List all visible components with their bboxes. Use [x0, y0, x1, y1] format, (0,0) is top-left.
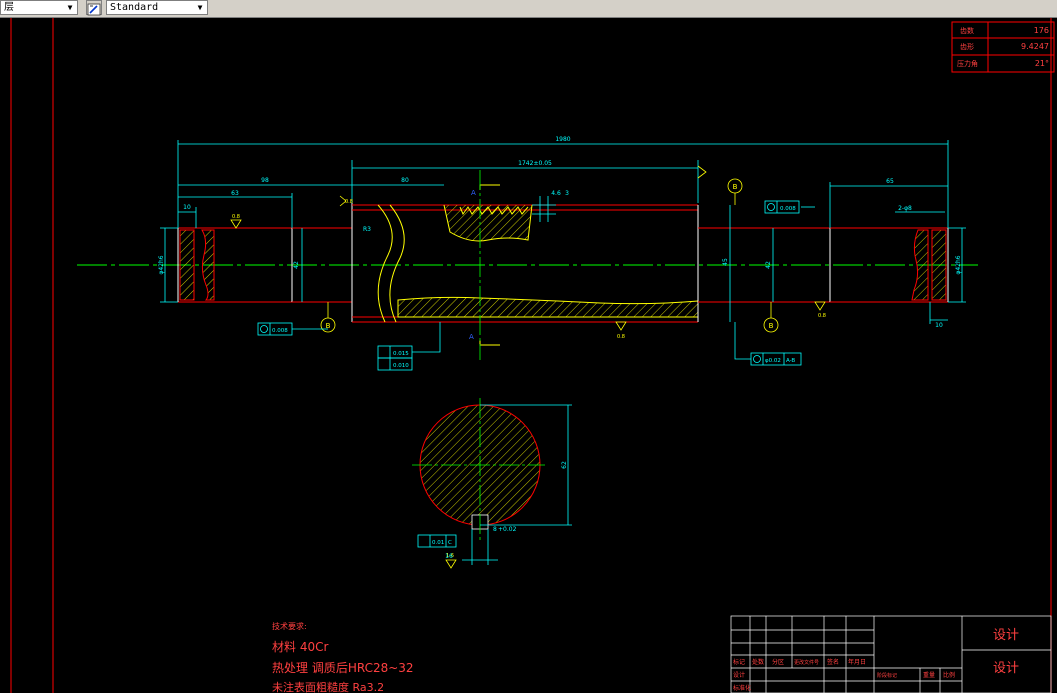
layer-combo-value: 层	[4, 2, 14, 13]
notes-heading: 技术要求:	[272, 621, 307, 631]
tol-runout-right: 0.008	[780, 206, 796, 212]
tb-label-stage: 阶段标记	[877, 672, 897, 679]
dim-tooth-a: 4.6	[551, 190, 561, 197]
datum-b-right: B	[769, 322, 774, 330]
dim-1742: 1742±0.05	[518, 160, 552, 167]
param-label-teeth: 齿数	[960, 26, 974, 35]
chevron-down-icon[interactable]: ▼	[193, 1, 207, 14]
tol-sym-datum: A-B	[786, 358, 795, 364]
section-label-a-top: A	[471, 189, 476, 197]
tol-sym-value: φ0.02	[765, 358, 781, 364]
dim-overall-length: 1980	[555, 136, 570, 143]
dim-dia-right-shoulder: 42	[765, 261, 772, 269]
dim-left-10: 10	[183, 204, 191, 211]
rough-val-d: 0.8	[818, 313, 826, 319]
dim-left-98: 98	[261, 177, 269, 184]
tb-label-standard: 标准化	[733, 684, 751, 692]
text-style-combo-value: Standard	[110, 2, 159, 13]
rough-val-a: 0.8	[232, 214, 240, 220]
tb-label-doc: 更改文件号	[794, 659, 819, 666]
dim-dia-left-shoulder: 42	[293, 261, 300, 269]
toolbar: 层 ▼ Standard ▼	[0, 0, 1057, 18]
layer-combo[interactable]: 层 ▼	[0, 0, 78, 15]
drawing-canvas[interactable]: 齿数 176 齿形 9.4247 压力角 21° 1980 1742±0.05 …	[0, 18, 1057, 693]
dim-dia-center: 45	[722, 258, 729, 266]
tol-runout-left: 0.008	[272, 328, 288, 334]
tb-label-zone: 分区	[772, 658, 784, 666]
param-label-angle: 压力角	[957, 59, 978, 68]
param-label-module: 齿形	[960, 43, 974, 51]
dim-groove: 2-φ8	[898, 205, 912, 212]
dim-mid-80: 80	[401, 177, 409, 184]
tb-label-mark: 标记	[733, 658, 745, 666]
notes-line2: 热处理 调质后HRC28~32	[272, 661, 414, 675]
tolerance-frames	[257, 200, 815, 548]
roughness-values: 0.8 0.8 0.8 0.8 1.6	[232, 199, 826, 559]
tol-key-datum: C	[448, 540, 452, 546]
dimension-lines	[160, 140, 966, 324]
dim-left-63: 63	[231, 190, 239, 197]
dim-section-dia: 62	[561, 461, 568, 469]
drawing-frame	[10, 18, 1052, 693]
rough-val-c: 0.8	[617, 334, 625, 340]
notes-line1: 材料 40Cr	[272, 640, 328, 654]
tb-design-bottom: 设计	[993, 661, 1019, 676]
tol-cyl-a: 0.015	[393, 351, 409, 357]
tb-label-weight: 重量	[923, 671, 935, 679]
tb-label-date: 年月日	[848, 658, 866, 666]
tol-key-sym: 0.01	[432, 540, 444, 546]
dim-radius-r3: R3	[363, 226, 371, 233]
chevron-down-icon[interactable]: ▼	[63, 1, 77, 14]
param-value-angle: 21°	[1035, 59, 1049, 68]
dimension-texts: 1980 1742±0.05 63 98 10 80 65 10 2-φ8 4.…	[158, 136, 962, 329]
rough-val-b: 0.8	[345, 199, 353, 205]
param-table: 齿数 176 齿形 9.4247 压力角 21°	[951, 21, 1055, 73]
technical-notes: 技术要求: 材料 40Cr 热处理 调质后HRC28~32 未注表面粗糙度 Ra…	[272, 621, 414, 693]
datum-b-top: B	[733, 183, 738, 191]
tb-label-count: 处数	[752, 658, 764, 666]
tb-label-scale: 比例	[943, 671, 955, 679]
tolerance-values: 0.008 0.008 0.015 0.010 φ0.02 A-B 0.01 C	[272, 206, 796, 546]
dim-keyway-tol: +0.02	[498, 526, 517, 533]
dim-right-65: 65	[886, 178, 894, 185]
dim-keyway-depth: 8	[493, 526, 497, 533]
section-label-a-bottom: A	[469, 333, 474, 341]
tol-cyl-b: 0.010	[393, 363, 409, 369]
dim-right-10: 10	[935, 322, 943, 329]
dim-dia-right: φ42h6	[955, 255, 962, 274]
text-style-icon[interactable]	[86, 0, 102, 16]
param-value-module: 9.4247	[1021, 42, 1049, 51]
text-style-combo[interactable]: Standard ▼	[106, 0, 208, 15]
tb-design-top: 设计	[993, 628, 1019, 643]
dim-dia-left: φ42h6	[158, 255, 165, 274]
notes-line3: 未注表面粗糙度 Ra3.2	[272, 680, 384, 693]
param-value-teeth: 176	[1034, 26, 1049, 35]
title-block-labels: 标记 处数 分区 更改文件号 签名 年月日 设计 标准化 阶段标记 重量 比例 …	[733, 628, 1019, 692]
dim-tooth-b: 3	[565, 190, 569, 197]
tb-label-design: 设计	[733, 671, 745, 679]
tb-label-sign: 签名	[827, 658, 839, 666]
dim-keyway-width: 16	[445, 553, 453, 560]
